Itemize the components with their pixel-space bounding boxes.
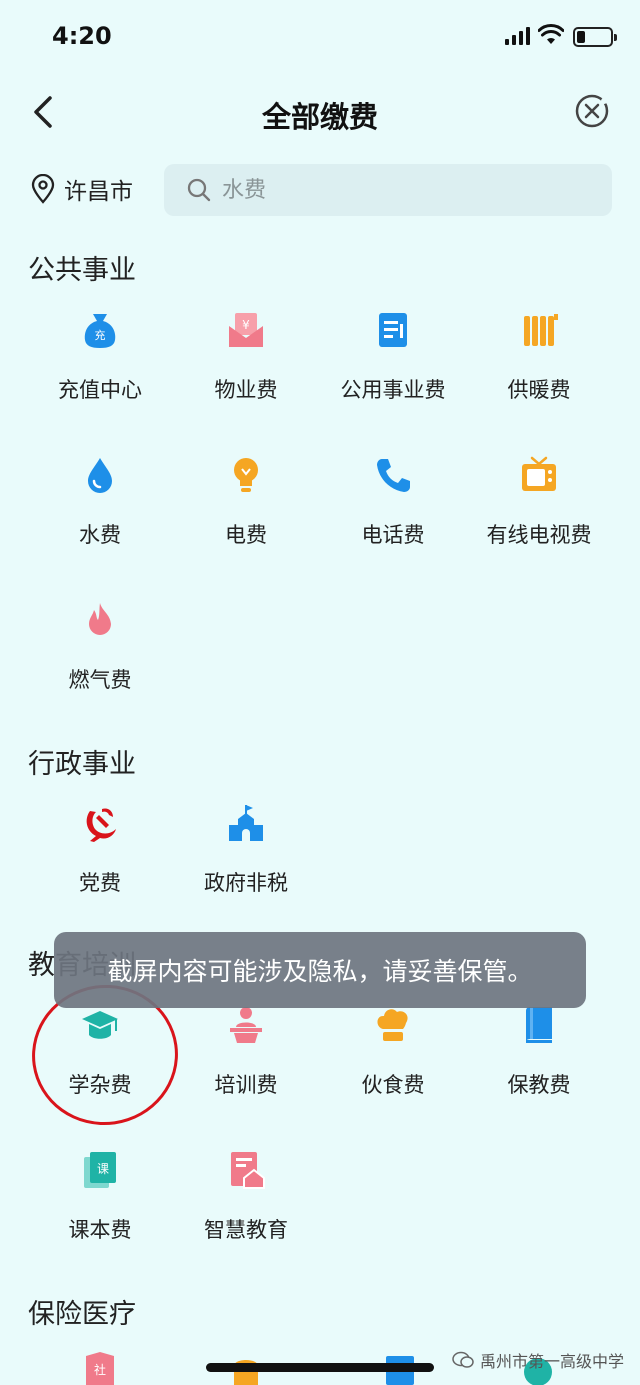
nav-bar: 全部缴费 xyxy=(0,80,640,144)
section-title-administrative: 行政事业 xyxy=(28,749,136,780)
item-heating-fee[interactable]: 供暖费 xyxy=(466,310,612,430)
item-party-dues[interactable]: 党费 xyxy=(27,803,173,923)
phone-icon xyxy=(377,459,410,492)
wechat-icon xyxy=(452,1351,474,1368)
item-label: 伙食费 xyxy=(361,1073,425,1097)
item-label: 公用事业费 xyxy=(340,378,446,402)
location-city: 许昌市 xyxy=(64,179,133,205)
screenshot-privacy-toast: 截屏内容可能涉及隐私，请妥善保管。 xyxy=(54,932,586,1008)
status-bar: 4:20 xyxy=(0,0,640,78)
location-selector[interactable]: 许昌市 xyxy=(30,172,133,206)
item-gas-fee[interactable]: 燃气费 xyxy=(27,600,173,720)
item-training-fee[interactable]: 培训费 xyxy=(173,1005,319,1125)
book-icon xyxy=(526,1007,552,1043)
watermark-text: 禹州市第一高级中学 xyxy=(480,1352,625,1371)
item-utility-fee[interactable]: 公用事业费 xyxy=(320,310,466,430)
item-label: 课本费 xyxy=(68,1218,132,1242)
item-meal-fee[interactable]: 伙食费 xyxy=(320,1005,466,1125)
svg-text:¥: ¥ xyxy=(242,318,250,332)
search-icon xyxy=(187,178,211,202)
status-time: 4:20 xyxy=(52,22,112,50)
property-fee-icon: ¥ xyxy=(229,313,263,347)
item-label: 保教费 xyxy=(507,1073,571,1097)
close-circle-icon[interactable] xyxy=(574,93,610,129)
item-recharge[interactable]: 充 充值中心 xyxy=(27,310,173,430)
signal-icon xyxy=(505,27,530,45)
svg-text:课: 课 xyxy=(97,1162,109,1176)
item-label: 智慧教育 xyxy=(204,1218,288,1242)
smart-education-icon xyxy=(231,1152,265,1189)
location-pin-icon xyxy=(31,174,55,204)
watermark: 禹州市第一高级中学 xyxy=(452,1348,624,1372)
chef-hat-icon xyxy=(377,1009,408,1041)
item-label: 有线电视费 xyxy=(486,523,592,547)
light-bulb-icon xyxy=(234,458,258,492)
tv-icon xyxy=(522,456,556,491)
page-title: 全部缴费 xyxy=(261,100,378,134)
section-title-public: 公共事业 xyxy=(28,255,136,286)
item-smart-education[interactable]: 智慧教育 xyxy=(173,1150,319,1270)
recharge-bag-icon: 充 xyxy=(84,314,116,348)
item-cable-tv-fee[interactable]: 有线电视费 xyxy=(466,455,612,575)
item-label: 水费 xyxy=(79,523,121,547)
item-property-fee[interactable]: ¥ 物业费 xyxy=(173,310,319,430)
radiator-icon xyxy=(524,314,558,346)
government-building-icon xyxy=(229,805,263,841)
search-box[interactable] xyxy=(164,164,612,216)
flame-icon xyxy=(89,603,111,635)
item-textbook-fee[interactable]: 课 课本费 xyxy=(27,1150,173,1270)
item-government-non-tax[interactable]: 政府非税 xyxy=(173,803,319,923)
lecturer-icon xyxy=(230,1007,262,1043)
item-label: 电费 xyxy=(225,523,267,547)
item-label: 物业费 xyxy=(214,378,278,402)
item-label: 充值中心 xyxy=(58,378,142,402)
textbook-icon: 课 xyxy=(84,1152,116,1188)
utility-doc-icon xyxy=(379,313,407,347)
home-indicator[interactable] xyxy=(206,1363,434,1372)
item-childcare-fee[interactable]: 保教费 xyxy=(466,1005,612,1125)
svg-text:社: 社 xyxy=(94,1362,106,1377)
item-label: 电话费 xyxy=(361,523,425,547)
svg-text:充: 充 xyxy=(95,328,106,342)
item-phone-fee[interactable]: 电话费 xyxy=(320,455,466,575)
item-label: 政府非税 xyxy=(204,871,288,895)
party-emblem-icon xyxy=(86,808,116,842)
search-input[interactable] xyxy=(222,177,582,203)
social-insurance-icon[interactable]: 社 xyxy=(80,1352,120,1385)
item-label: 供暖费 xyxy=(507,378,571,402)
water-drop-icon xyxy=(88,458,112,493)
item-label: 培训费 xyxy=(214,1073,278,1097)
wifi-icon xyxy=(538,24,564,44)
item-label: 燃气费 xyxy=(68,668,132,692)
item-label: 党费 xyxy=(79,871,121,895)
payment-page: 4:20 全部缴费 许昌市 水费 公共事业 充 充值中心 ¥ 物业费 公用事业费… xyxy=(0,0,640,1385)
section-title-insurance-medical: 保险医疗 xyxy=(28,1299,136,1330)
battery-icon xyxy=(573,27,617,47)
item-water-fee[interactable]: 水费 xyxy=(27,455,173,575)
item-electricity-fee[interactable]: 电费 xyxy=(173,455,319,575)
